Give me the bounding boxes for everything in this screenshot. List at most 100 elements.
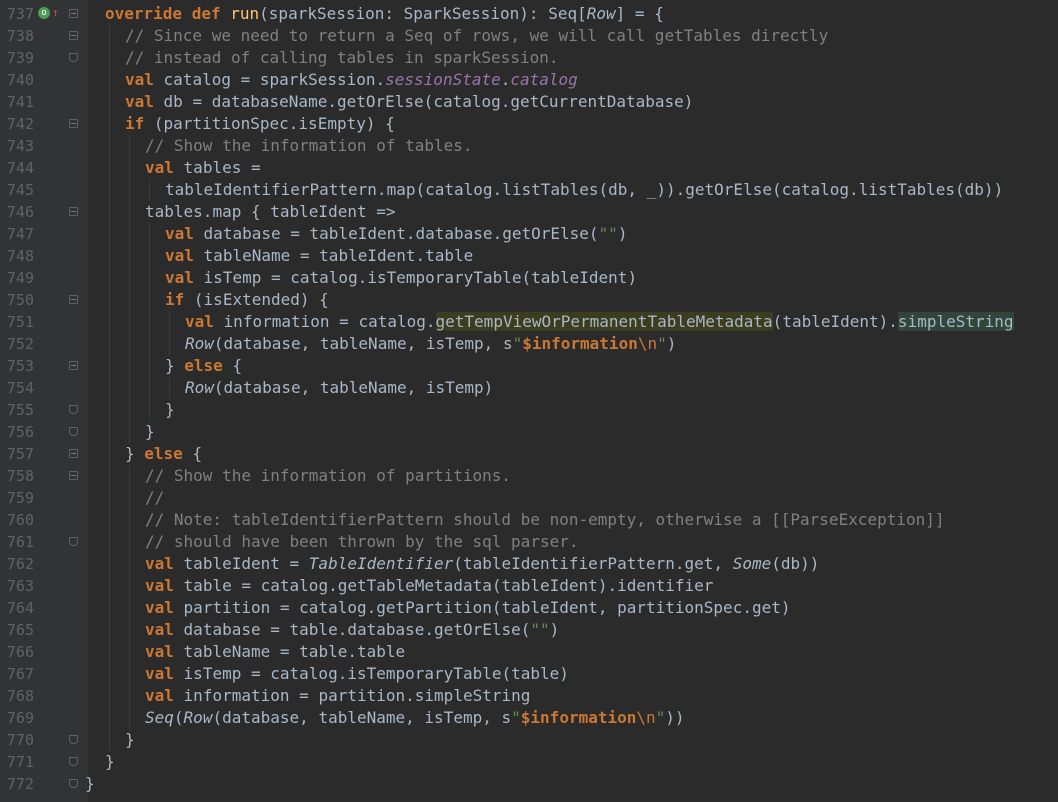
code-line[interactable]: val database = table.database.getOrElse(…: [88, 619, 1058, 641]
line-number: 765: [6, 621, 34, 639]
code-line[interactable]: val information = catalog.getTempViewOrP…: [88, 311, 1058, 333]
code-line[interactable]: val isTemp = catalog.isTemporaryTable(ta…: [88, 267, 1058, 289]
indent-guide: [129, 619, 130, 641]
code-line[interactable]: val table = catalog.getTableMetadata(tab…: [88, 575, 1058, 597]
fold-collapse-icon[interactable]: [69, 361, 78, 370]
fold-collapse-icon[interactable]: [69, 295, 78, 304]
line-number: 742: [6, 115, 34, 133]
fold-end-icon[interactable]: [69, 53, 78, 62]
fold-end-icon[interactable]: [69, 537, 78, 546]
override-icon[interactable]: o: [38, 7, 50, 19]
code-line[interactable]: override def run(sparkSession: SparkSess…: [88, 3, 1058, 25]
indent-guide: [109, 443, 110, 465]
fold-collapse-icon[interactable]: [69, 9, 78, 18]
code-line[interactable]: // Show the information of partitions.: [88, 465, 1058, 487]
code-line[interactable]: // should have been thrown by the sql pa…: [88, 531, 1058, 553]
gutter-row: 766: [0, 641, 88, 663]
code-line[interactable]: // Note: tableIdentifierPattern should b…: [88, 509, 1058, 531]
gutter-row: 756: [0, 421, 88, 443]
gutter-row: 745: [0, 179, 88, 201]
code-text: val partition = catalog.getPartition(tab…: [145, 598, 791, 617]
indent-guide: [129, 685, 130, 707]
fold-end-icon[interactable]: [69, 779, 78, 788]
indent-guide: [129, 575, 130, 597]
code-line[interactable]: Row(database, tableName, isTemp): [88, 377, 1058, 399]
fold-collapse-icon[interactable]: [69, 449, 78, 458]
line-number: 743: [6, 137, 34, 155]
gutter-row: 758: [0, 465, 88, 487]
code-text: tableIdentifierPattern.map(catalog.listT…: [165, 180, 1004, 199]
code-line[interactable]: // Show the information of tables.: [88, 135, 1058, 157]
code-line[interactable]: tableIdentifierPattern.map(catalog.listT…: [88, 179, 1058, 201]
code-line[interactable]: tables.map { tableIdent =>: [88, 201, 1058, 223]
gutter-row: 764: [0, 597, 88, 619]
fold-end-icon[interactable]: [69, 405, 78, 414]
indent-guide: [109, 553, 110, 575]
implemented-arrow-icon[interactable]: ↑: [52, 7, 59, 19]
fold-collapse-icon[interactable]: [69, 207, 78, 216]
code-line[interactable]: val tableIdent = TableIdentifier(tableId…: [88, 553, 1058, 575]
code-line[interactable]: }: [88, 421, 1058, 443]
code-line[interactable]: }: [85, 773, 1058, 795]
code-line[interactable]: // Since we need to return a Seq of rows…: [88, 25, 1058, 47]
gutter-row: 771: [0, 751, 88, 773]
gutter-row: 768: [0, 685, 88, 707]
code-line[interactable]: } else {: [88, 443, 1058, 465]
indent-guide: [109, 421, 110, 443]
indent-guide: [109, 289, 110, 311]
gutter-row: 737 o ↑: [0, 3, 88, 25]
editor-gutter[interactable]: 737 o ↑ 738 739 740 741 742 743 744 745 746 747 748 74…: [0, 0, 88, 802]
code-line[interactable]: val isTemp = catalog.isTemporaryTable(ta…: [88, 663, 1058, 685]
fold-collapse-icon[interactable]: [69, 119, 78, 128]
code-line[interactable]: //: [88, 487, 1058, 509]
indent-guide: [149, 377, 150, 399]
gutter-row: 762: [0, 553, 88, 575]
fold-end-icon[interactable]: [69, 757, 78, 766]
code-line[interactable]: val tableName = table.table: [88, 641, 1058, 663]
line-number: 750: [6, 291, 34, 309]
code-line[interactable]: if (partitionSpec.isEmpty) {: [88, 113, 1058, 135]
line-number: 757: [6, 445, 34, 463]
override-method-icon[interactable]: o ↑: [38, 7, 60, 21]
code-line[interactable]: val database = tableIdent.database.getOr…: [88, 223, 1058, 245]
gutter-row: 741: [0, 91, 88, 113]
fold-collapse-icon[interactable]: [69, 31, 78, 40]
gutter-row: 765: [0, 619, 88, 641]
indent-guide: [129, 531, 130, 553]
code-line[interactable]: }: [88, 399, 1058, 421]
line-number: 739: [6, 49, 34, 67]
code-line[interactable]: // instead of calling tables in sparkSes…: [88, 47, 1058, 69]
indent-guide: [129, 201, 130, 223]
fold-end-icon[interactable]: [69, 427, 78, 436]
fold-end-icon[interactable]: [69, 735, 78, 744]
code-area[interactable]: override def run(sparkSession: SparkSess…: [85, 0, 1058, 802]
code-line[interactable]: Seq(Row(database, tableName, isTemp, s"$…: [88, 707, 1058, 729]
indent-guide: [149, 333, 150, 355]
indent-guide: [129, 135, 130, 157]
code-text: if (isExtended) {: [165, 290, 329, 309]
fold-collapse-icon[interactable]: [69, 471, 78, 480]
indent-guide: [149, 311, 150, 333]
code-editor[interactable]: 737 o ↑ 738 739 740 741 742 743 744 745 746 747 748 74…: [0, 0, 1058, 802]
gutter-row: 743: [0, 135, 88, 157]
code-line[interactable]: val tableName = tableIdent.table: [88, 245, 1058, 267]
indent-guide: [129, 179, 130, 201]
code-line[interactable]: }: [88, 751, 1058, 773]
code-line[interactable]: val tables =: [88, 157, 1058, 179]
code-line[interactable]: val information = partition.simpleString: [88, 685, 1058, 707]
code-text: //: [145, 488, 165, 507]
code-line[interactable]: }: [88, 729, 1058, 751]
gutter-row: 748: [0, 245, 88, 267]
code-line[interactable]: } else {: [88, 355, 1058, 377]
line-number: 737: [6, 5, 34, 23]
code-line[interactable]: val catalog = sparkSession.sessionState.…: [88, 69, 1058, 91]
code-line[interactable]: Row(database, tableName, isTemp, s"$info…: [88, 333, 1058, 355]
code-line[interactable]: val db = databaseName.getOrElse(catalog.…: [88, 91, 1058, 113]
indent-guide: [149, 245, 150, 267]
code-text: }: [105, 752, 115, 771]
gutter-row: 750: [0, 289, 88, 311]
code-line[interactable]: val partition = catalog.getPartition(tab…: [88, 597, 1058, 619]
code-text: val db = databaseName.getOrElse(catalog.…: [125, 92, 694, 111]
code-line[interactable]: if (isExtended) {: [88, 289, 1058, 311]
code-text: val catalog = sparkSession.sessionState.…: [125, 70, 578, 89]
